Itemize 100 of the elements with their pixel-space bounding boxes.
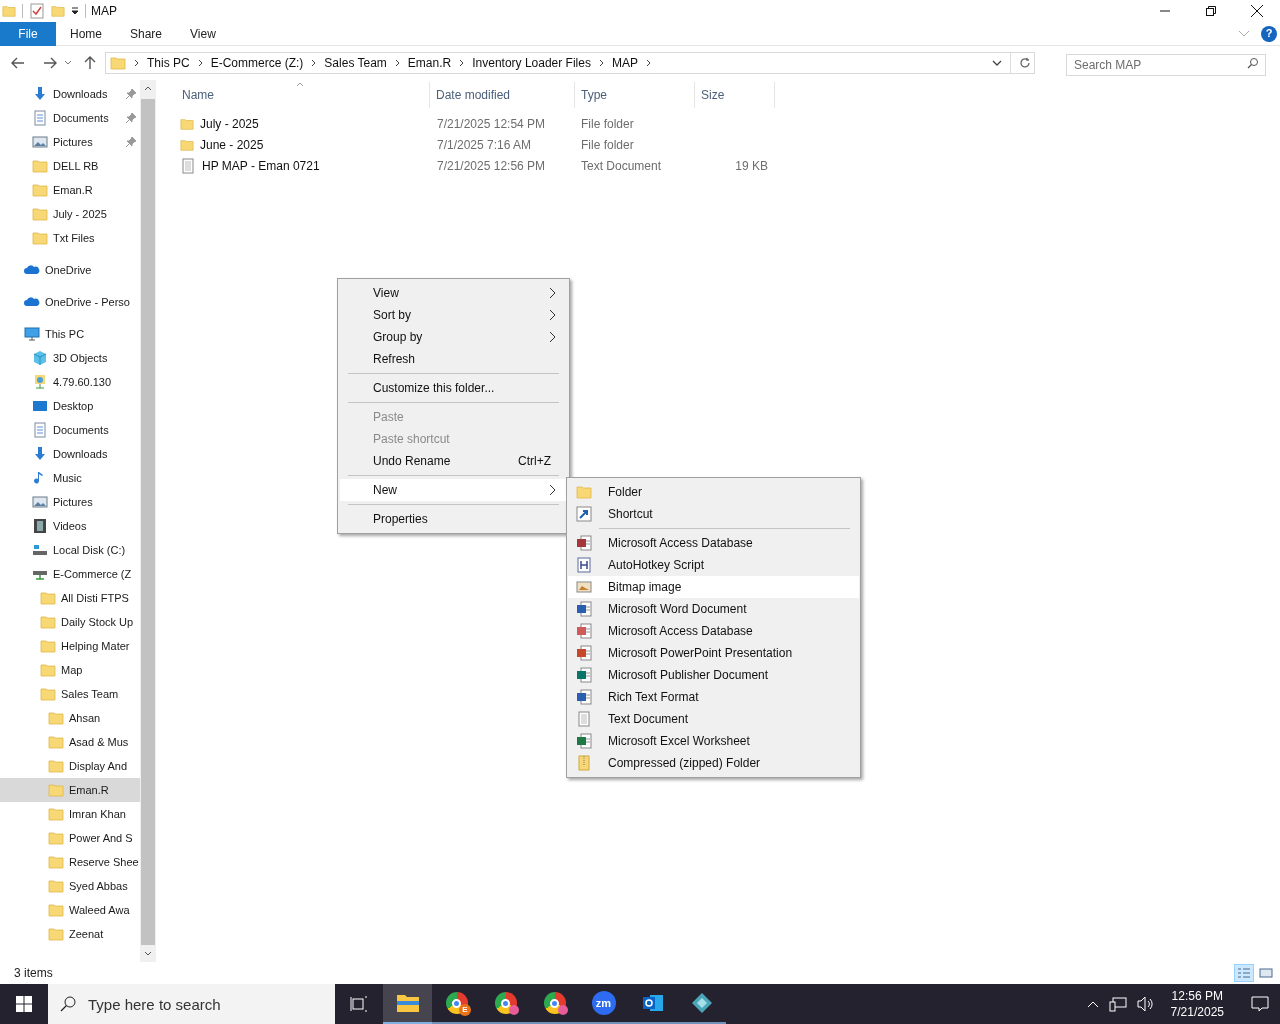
folder-icon [48,806,64,822]
dropdown-caret-icon[interactable] [71,7,79,15]
recent-caret-icon[interactable] [64,60,72,66]
refresh-icon[interactable] [1019,57,1031,69]
nav-item[interactable]: This PC [0,322,140,346]
menu-item[interactable]: New [340,479,567,501]
folder-icon [48,878,64,894]
nav-item[interactable]: E-Commerce (Z [0,562,140,586]
nav-item[interactable]: DELL RB [0,154,140,178]
nav-item[interactable]: Ahsan [0,706,140,730]
network-icon[interactable] [1108,996,1127,1012]
nav-item[interactable]: Display And [0,754,140,778]
file-row[interactable]: June - 2025 7/1/2025 7:16 AM File folder [176,134,1280,155]
menu-item[interactable]: Undo Rename Ctrl+Z [340,450,567,472]
nav-item[interactable]: Daily Stock Up [0,610,140,634]
file-row[interactable]: July - 2025 7/21/2025 12:54 PM File folder [176,113,1280,134]
menu-item[interactable]: Microsoft Word Document [568,598,859,620]
ribbon-tab[interactable]: Share [116,21,177,46]
menu-item[interactable]: Microsoft Excel Worksheet [568,730,859,752]
nav-item[interactable]: Pictures [0,490,140,514]
help-button[interactable]: ? [1261,25,1277,42]
scrollbar[interactable] [140,80,156,962]
menu-item[interactable]: Microsoft PowerPoint Presentation [568,642,859,664]
breadcrumb[interactable]: Inventory Loader Files [472,54,591,72]
nav-item[interactable]: Sales Team [0,682,140,706]
column-header[interactable]: Type [575,82,695,108]
chevron-up-icon[interactable] [1086,1000,1099,1008]
nav-item[interactable]: Documents [0,418,140,442]
file-row[interactable]: HP MAP - Eman 0721 7/21/2025 12:56 PM Text Document 19 KB [176,155,1280,176]
nav-item[interactable]: Asad & Mus [0,730,140,754]
breadcrumb[interactable]: MAP [611,54,638,72]
back-arrow-icon[interactable] [10,55,26,71]
nav-item[interactable]: 3D Objects [0,346,140,370]
nav-item[interactable]: July - 2025 [0,202,140,226]
nav-item[interactable]: Waleed Awa [0,898,140,922]
ribbon-tab[interactable]: Home [56,21,116,46]
menu-item[interactable]: Sort by [340,304,567,326]
nav-item[interactable]: Txt Files [0,226,140,250]
scroll-down-icon[interactable] [144,951,152,956]
forward-arrow-icon[interactable] [42,55,58,71]
breadcrumb[interactable]: This PC [147,54,190,72]
menu-item[interactable]: View [340,282,567,304]
nav-item[interactable]: 4.79.60.130 [0,370,140,394]
thumbnail-icon [1259,967,1273,979]
menu-item[interactable]: Properties [340,508,567,530]
properties-check-icon[interactable] [29,3,45,19]
column-header[interactable]: Name [176,82,430,108]
search-field[interactable]: Search MAP [1066,54,1266,76]
ribbon-tab[interactable]: View [176,21,230,46]
address-field[interactable]: This PC E-Commerce (Z:) Sales Team Eman.R Inventory Loader Files MAP [105,52,1035,74]
nav-item[interactable]: Power And S [0,826,140,850]
taskbar-search-field[interactable]: Type here to search [48,984,335,1024]
nav-item[interactable]: Videos [0,514,140,538]
nav-item[interactable]: Reserve Shee [0,850,140,874]
nav-item[interactable]: Pictures [0,130,140,154]
up-arrow-icon[interactable] [82,55,98,71]
breadcrumb[interactable]: E-Commerce (Z:) [210,54,304,72]
breadcrumb[interactable]: Eman.R [407,54,452,72]
menu-item[interactable]: Microsoft Access Database [568,620,859,642]
nav-item[interactable]: Helping Mater [0,634,140,658]
menu-item[interactable]: Customize this folder... [340,377,567,399]
column-header[interactable]: Date modified [430,82,575,108]
nav-item[interactable]: Eman.R [0,778,140,802]
nav-item[interactable]: Desktop [0,394,140,418]
menu-item[interactable]: Folder [568,481,859,503]
nav-item[interactable]: Eman.R [0,178,140,202]
menu-item[interactable]: Microsoft Access Database [568,532,859,554]
nav-item[interactable]: Map [0,658,140,682]
speaker-icon[interactable] [1136,996,1155,1012]
menu-item[interactable]: Rich Text Format [568,686,859,708]
nav-item[interactable]: Local Disk (C:) [0,538,140,562]
dropdown-chevron-icon[interactable] [992,60,1002,66]
clock[interactable]: 12:56 PM 7/21/2025 [1164,988,1230,1020]
folder-icon [576,484,592,500]
nav-item[interactable]: Zeenat [0,922,140,946]
menu-item[interactable]: Shortcut [568,503,859,525]
taskbar-app[interactable] [383,984,432,1024]
nav-item[interactable]: OneDrive [0,258,140,282]
menu-item[interactable]: Refresh [340,348,567,370]
taskbar-app[interactable]: zm [579,984,628,1024]
nav-item[interactable]: Syed Abbas [0,874,140,898]
pin-icon[interactable] [126,113,136,123]
scroll-up-icon[interactable] [144,86,152,91]
nav-item[interactable]: Documents [0,106,140,130]
nav-item[interactable]: Imran Khan [0,802,140,826]
nav-item[interactable]: OneDrive - Perso [0,290,140,314]
menu-item[interactable]: Bitmap image [568,576,859,598]
column-header[interactable]: Size [695,82,775,108]
pin-icon[interactable] [126,89,136,99]
menu-item[interactable]: Group by [340,326,567,348]
nav-item[interactable]: Downloads [0,442,140,466]
menu-item[interactable]: Text Document [568,708,859,730]
nav-item[interactable]: Music [0,466,140,490]
menu-item[interactable]: Compressed (zipped) Folder [568,752,859,774]
menu-item[interactable]: Microsoft Publisher Document [568,664,859,686]
breadcrumb[interactable]: Sales Team [324,54,387,72]
nav-item[interactable]: All Disti FTPS [0,586,140,610]
menu-item[interactable]: AutoHotkey Script [568,554,859,576]
pin-icon[interactable] [126,137,136,147]
nav-item[interactable]: Downloads [0,82,140,106]
